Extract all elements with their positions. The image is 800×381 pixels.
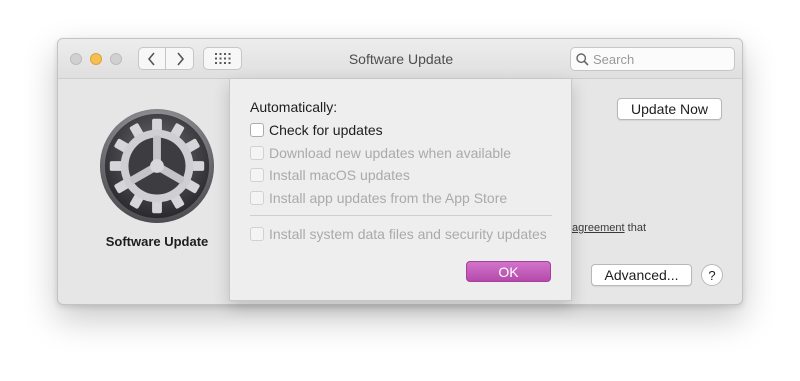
minimize-window-button[interactable] (90, 53, 102, 65)
search-icon (576, 52, 589, 66)
chevron-right-icon (176, 51, 184, 66)
option-install-macos: Install macOS updates (250, 166, 410, 184)
option-label: Install app updates from the App Store (269, 190, 508, 206)
option-label: Install macOS updates (269, 167, 410, 183)
checkbox (250, 168, 264, 182)
help-button[interactable]: ? (701, 264, 723, 286)
grid-icon (214, 53, 230, 64)
advanced-sheet: Automatically: Check for updates Downloa… (229, 79, 572, 301)
license-text-tail: that (624, 222, 646, 234)
option-label: Install system data files and security u… (269, 226, 547, 242)
option-check-for-updates[interactable]: Check for updates (250, 121, 383, 139)
option-install-security-updates: Install system data files and security u… (250, 225, 547, 243)
ok-button[interactable]: OK (466, 261, 551, 282)
option-install-app-updates: Install app updates from the App Store (250, 189, 507, 207)
app-name: Software Update (105, 234, 209, 249)
update-now-button[interactable]: Update Now (617, 98, 722, 120)
option-label: Download new updates when available (269, 145, 512, 161)
checkbox[interactable] (250, 123, 264, 137)
search-input[interactable] (593, 51, 723, 67)
window-title: Software Update (348, 51, 454, 67)
option-label: Check for updates (269, 122, 383, 138)
divider (250, 215, 552, 216)
back-button[interactable] (138, 47, 166, 70)
sheet-heading: Automatically: (250, 99, 338, 115)
gear-icon (99, 108, 215, 224)
search-field[interactable] (570, 47, 735, 71)
checkbox (250, 227, 264, 241)
close-window-button[interactable] (70, 53, 82, 65)
chevron-left-icon (147, 51, 155, 66)
checkbox (250, 191, 264, 205)
license-agreement-link[interactable]: agreement (572, 222, 625, 234)
checkbox (250, 146, 264, 160)
title-bar: Software Update (58, 39, 742, 79)
show-all-button[interactable] (203, 47, 242, 70)
zoom-window-button[interactable] (110, 53, 122, 65)
license-text: agreement that (572, 222, 646, 234)
option-download-updates: Download new updates when available (250, 144, 511, 162)
advanced-button[interactable]: Advanced... (591, 264, 692, 286)
forward-button[interactable] (166, 47, 194, 70)
